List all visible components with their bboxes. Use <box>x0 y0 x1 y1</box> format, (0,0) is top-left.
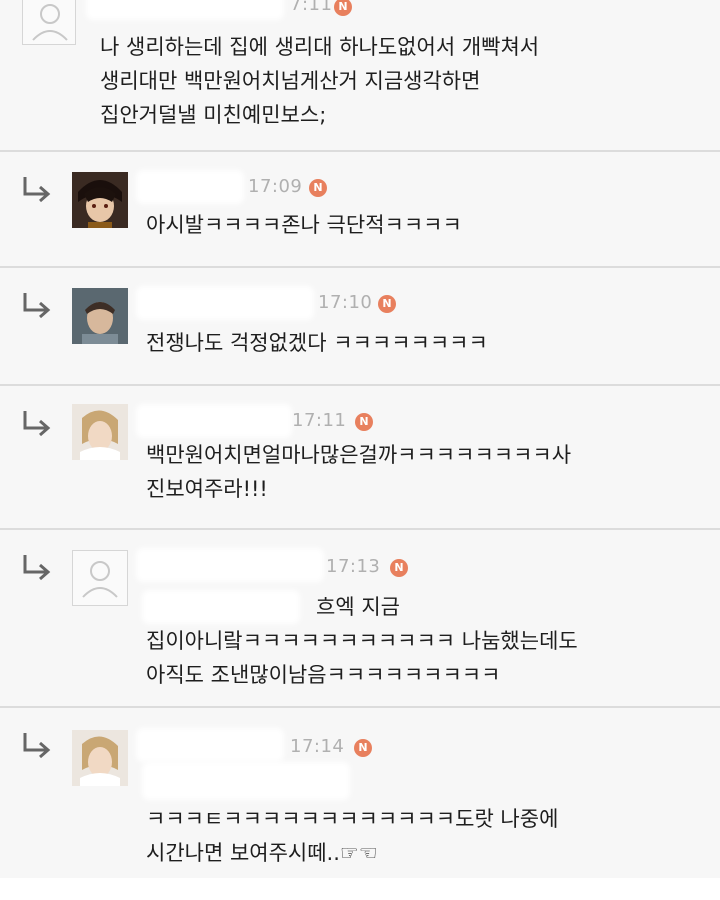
default-avatar[interactable] <box>22 0 76 45</box>
new-badge: N <box>334 0 352 16</box>
reply-item[interactable]: 17:14 N ㅋㅋㅋㅌㅋㅋㅋㅋㅋㅋㅋㅋㅋㅋㅋㅋ도랏 나중에 시간나면 보여주시… <box>0 708 720 878</box>
comment-line: 집이아니랔ㅋㅋㅋㅋㅋㅋㅋㅋㅋㅋㅋ 나눔했는데도 <box>146 629 578 653</box>
page-bottom-margin <box>0 878 720 900</box>
comment-text: 흐엑 지금 집이아니랔ㅋㅋㅋㅋㅋㅋㅋㅋㅋㅋㅋ 나눔했는데도 아직도 조낸많이남음… <box>146 590 578 692</box>
comment-line: 집안거덜낼 미친예민보스; <box>100 103 327 127</box>
comment-text: 나 생리하는데 집에 생리대 하나도없어서 개빡쳐서 생리대만 백만원어치넘게산… <box>100 30 539 132</box>
comment-line: ㅋㅋㅋㅌㅋㅋㅋㅋㅋㅋㅋㅋㅋㅋㅋㅋ도랏 나중에 <box>146 807 559 831</box>
new-badge: N <box>309 179 327 197</box>
avatar[interactable] <box>72 404 128 460</box>
comment-line: 아직도 조낸많이남음ㅋㅋㅋㅋㅋㅋㅋㅋㅋ <box>146 663 501 687</box>
comment-text: 아시발ㅋㅋㅋㅋ존나 극단적ㅋㅋㅋㅋ <box>146 208 462 242</box>
new-badge: N <box>355 413 373 431</box>
reply-arrow-icon <box>23 177 51 203</box>
person-placeholder-icon <box>82 561 118 598</box>
comment-time: 17:10 <box>318 292 373 313</box>
new-badge: N <box>354 739 372 757</box>
username-redacted <box>140 290 310 316</box>
comment-line: 흐엑 지금 <box>316 595 400 619</box>
comment-line: 나 생리하는데 집에 생리대 하나도없어서 개빡쳐서 <box>100 35 540 59</box>
comment-time: 17:11 <box>292 410 347 431</box>
comment-text: 전쟁나도 걱정없겠다 ㅋㅋㅋㅋㅋㅋㅋㅋ <box>146 326 488 360</box>
reply-item[interactable]: 17:09 N 아시발ㅋㅋㅋㅋ존나 극단적ㅋㅋㅋㅋ <box>0 152 720 268</box>
reply-item[interactable]: 17:11 N 백만원어치면얼마나많은걸까ㅋㅋㅋㅋㅋㅋㅋㅋ사 진보여주라!!! <box>0 386 720 530</box>
reply-arrow-icon <box>23 555 51 581</box>
reply-item[interactable]: 17:10 N 전쟁나도 걱정없겠다 ㅋㅋㅋㅋㅋㅋㅋㅋ <box>0 268 720 386</box>
profile-photo-avatar-icon <box>72 288 128 344</box>
reply-item[interactable]: 17:13 N 흐엑 지금 집이아니랔ㅋㅋㅋㅋㅋㅋㅋㅋㅋㅋㅋ 나눔했는데도 아직… <box>0 530 720 708</box>
comment-text: ㅋㅋㅋㅌㅋㅋㅋㅋㅋㅋㅋㅋㅋㅋㅋㅋ도랏 나중에 시간나면 보여주시떼..☞☜ <box>146 802 558 870</box>
comment-line: 시간나면 보여주시떼..☞☜ <box>146 841 378 865</box>
new-badge: N <box>378 295 396 313</box>
avatar[interactable] <box>72 730 128 786</box>
comment-time: 17:14 <box>290 736 345 757</box>
comment-line: 생리대만 백만원어치넘게산거 지금생각하면 <box>100 69 481 93</box>
username-redacted <box>140 174 240 200</box>
comment-item[interactable]: 7:11 N 나 생리하는데 집에 생리대 하나도없어서 개빡쳐서 생리대만 백… <box>0 0 720 152</box>
comment-line: 진보여주라!!! <box>146 477 268 501</box>
username-redacted <box>146 766 346 796</box>
comment-line: 아시발ㅋㅋㅋㅋ존나 극단적ㅋㅋㅋㅋ <box>146 213 462 237</box>
new-badge: N <box>390 559 408 577</box>
avatar[interactable] <box>72 288 128 344</box>
reply-arrow-icon <box>23 293 51 319</box>
default-avatar[interactable] <box>72 550 128 606</box>
comment-time: 7:11 <box>290 0 333 15</box>
comment-time: 17:09 <box>248 176 303 197</box>
reply-arrow-icon <box>23 411 51 437</box>
username-redacted <box>140 408 288 434</box>
comment-line: 백만원어치면얼마나많은걸까ㅋㅋㅋㅋㅋㅋㅋㅋ사 <box>146 443 572 467</box>
reply-arrow-icon <box>23 733 51 759</box>
comment-text: 백만원어치면얼마나많은걸까ㅋㅋㅋㅋㅋㅋㅋㅋ사 진보여주라!!! <box>146 438 571 506</box>
anime-character-avatar-icon <box>72 172 128 228</box>
username-redacted <box>140 552 320 578</box>
comment-time: 17:13 <box>326 556 381 577</box>
profile-photo-avatar-icon <box>72 404 128 460</box>
username-redacted <box>140 732 280 758</box>
comment-line: 전쟁나도 걱정없겠다 ㅋㅋㅋㅋㅋㅋㅋㅋ <box>146 331 488 355</box>
profile-photo-avatar-icon <box>72 730 128 786</box>
username-redacted <box>90 0 280 16</box>
person-placeholder-icon <box>32 4 68 41</box>
avatar[interactable] <box>72 172 128 228</box>
